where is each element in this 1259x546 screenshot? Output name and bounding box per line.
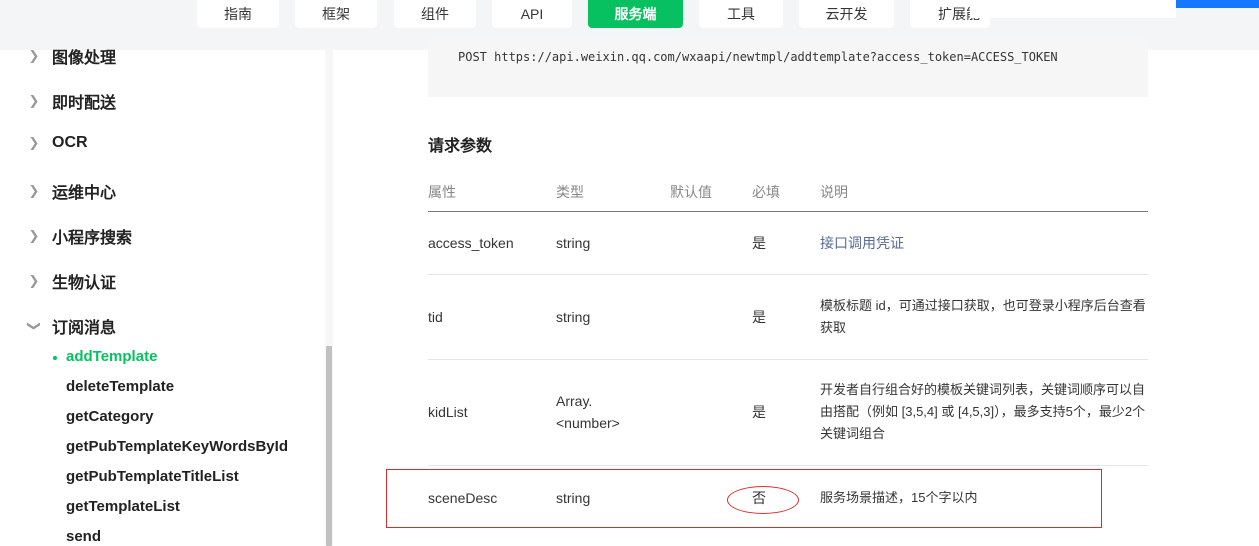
sidebar: ❯ 图像处理 ❯ 即时配送 ❯ OCR ❯ 运维中心 ❯ 小程序搜索 ❯ 生物认… [0,48,325,546]
sidebar-group-label: 订阅消息 [52,320,117,337]
sidebar-group-label: OCR [52,134,88,151]
request-url-block: POST https://api.weixin.qq.com/wxaapi/ne… [428,38,1148,97]
param-desc-link[interactable]: 接口调用凭证 [820,232,904,254]
chevron-down-icon: ❯ [27,320,42,332]
sidebar-group-delivery[interactable]: ❯ 即时配送 [26,89,116,113]
nav-tab-components[interactable]: 组件 [394,0,476,28]
nav-tab-api[interactable]: API [492,0,572,28]
sidebar-item-getpubtemplatekeywords[interactable]: getPubTemplateKeyWordsById [66,438,288,455]
sidebar-group-ops[interactable]: ❯ 运维中心 [26,179,116,203]
table-header-name: 属性 [428,184,456,200]
login-button[interactable] [1176,0,1259,8]
active-dot-icon [53,356,57,360]
table-row-divider [428,359,1148,360]
chevron-right-icon: ❯ [28,273,40,288]
sidebar-group-subscribe[interactable]: ❯ 订阅消息 [26,314,116,338]
section-title: 请求参数 [428,138,493,155]
sidebar-scrollbar-thumb[interactable] [326,346,332,546]
sidebar-group-label: 即时配送 [52,95,117,112]
sidebar-group-image[interactable]: ❯ 图像处理 [26,44,116,68]
sidebar-group-label: 生物认证 [52,275,117,292]
nav-tab-framework[interactable]: 框架 [295,0,377,28]
sidebar-group-label: 小程序搜索 [52,230,133,247]
nav-tab-cloud[interactable]: 云开发 [799,0,894,28]
chevron-right-icon: ❯ [28,183,40,198]
nav-tab-tools[interactable]: 工具 [699,0,783,28]
nav-tab-server[interactable]: 服务端 [588,0,683,28]
sidebar-group-bio[interactable]: ❯ 生物认证 [26,269,116,293]
table-header-required: 必填 [752,184,780,200]
param-name: kidList [428,404,468,420]
sidebar-group-label: 图像处理 [52,50,117,67]
param-required: 是 [752,309,766,325]
chevron-right-icon: ❯ [28,93,40,108]
search-input[interactable] [970,0,1176,18]
sidebar-item-getpubtemplatetitlelist[interactable]: getPubTemplateTitleList [66,468,239,485]
param-type: Array.<number> [556,393,620,431]
request-url: POST https://api.weixin.qq.com/wxaapi/ne… [458,50,1058,64]
param-name: access_token [428,235,514,251]
table-header-desc: 说明 [820,184,848,200]
param-type: string [556,309,591,325]
table-row-divider [428,465,1148,466]
chevron-right-icon: ❯ [28,135,40,150]
annotation-ellipse [727,486,799,514]
chevron-right-icon: ❯ [28,48,40,63]
sidebar-item-label: addTemplate [66,348,158,365]
param-name: tid [428,309,443,325]
param-type: string [556,235,591,251]
param-desc: 模板标题 id，可通过接口获取，也可登录小程序后台查看获取 [820,298,1146,335]
param-required: 是 [752,404,766,420]
param-desc: 开发者自行组合好的模板关键词列表，关键词顺序可以自由搭配（例如 [3,5,4] … [820,382,1146,441]
table-header-type: 类型 [556,184,584,200]
table-header-default: 默认值 [670,184,712,200]
sidebar-item-getcategory[interactable]: getCategory [66,408,154,425]
sidebar-item-gettemplatelist[interactable]: getTemplateList [66,498,180,515]
param-required: 是 [752,235,766,251]
sidebar-item-deletetemplate[interactable]: deleteTemplate [66,378,174,395]
sidebar-group-ocr[interactable]: ❯ OCR [26,134,88,152]
sidebar-group-search[interactable]: ❯ 小程序搜索 [26,224,132,248]
table-header-divider [428,211,1148,212]
sidebar-item-addtemplate[interactable]: addTemplate [53,348,158,365]
sidebar-group-label: 运维中心 [52,185,117,202]
sidebar-item-send[interactable]: send [66,528,101,545]
chevron-right-icon: ❯ [28,228,40,243]
table-row-divider [428,274,1148,275]
nav-tab-guide[interactable]: 指南 [197,0,279,28]
